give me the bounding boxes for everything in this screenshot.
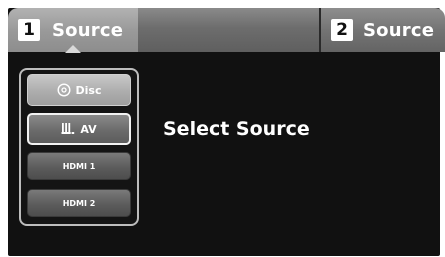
source-hdmi2-label: HDMI 2 — [62, 198, 96, 208]
tab-source-1[interactable]: 1 Source — [8, 8, 138, 53]
source-disc-label: Disc — [75, 83, 102, 97]
av-input-icon — [61, 122, 75, 136]
source-av-button[interactable]: AV — [27, 113, 131, 145]
top-tab-bar: 1 Source 2 Source — [8, 8, 445, 53]
tab-2-label: Source — [363, 19, 435, 41]
tab-2-number: 2 — [331, 19, 353, 41]
tab-1-label: Source — [52, 19, 124, 41]
source-menu: Disc AV HDMI 1 HDMI 2 — [19, 68, 139, 226]
source-hdmi1-label: HDMI 1 — [62, 161, 96, 171]
source-disc-button[interactable]: Disc — [27, 74, 131, 106]
select-source-title: Select Source — [163, 118, 310, 140]
tab-bar-spacer — [138, 8, 321, 52]
tab-source-2[interactable]: 2 Source — [321, 8, 445, 52]
disc-icon — [56, 83, 71, 97]
source-av-label: AV — [80, 122, 97, 136]
active-tab-caret-icon — [65, 45, 81, 53]
tab-1-number: 1 — [18, 19, 40, 41]
source-hdmi2-button[interactable]: HDMI 2 — [27, 189, 131, 217]
source-hdmi1-button[interactable]: HDMI 1 — [27, 152, 131, 180]
